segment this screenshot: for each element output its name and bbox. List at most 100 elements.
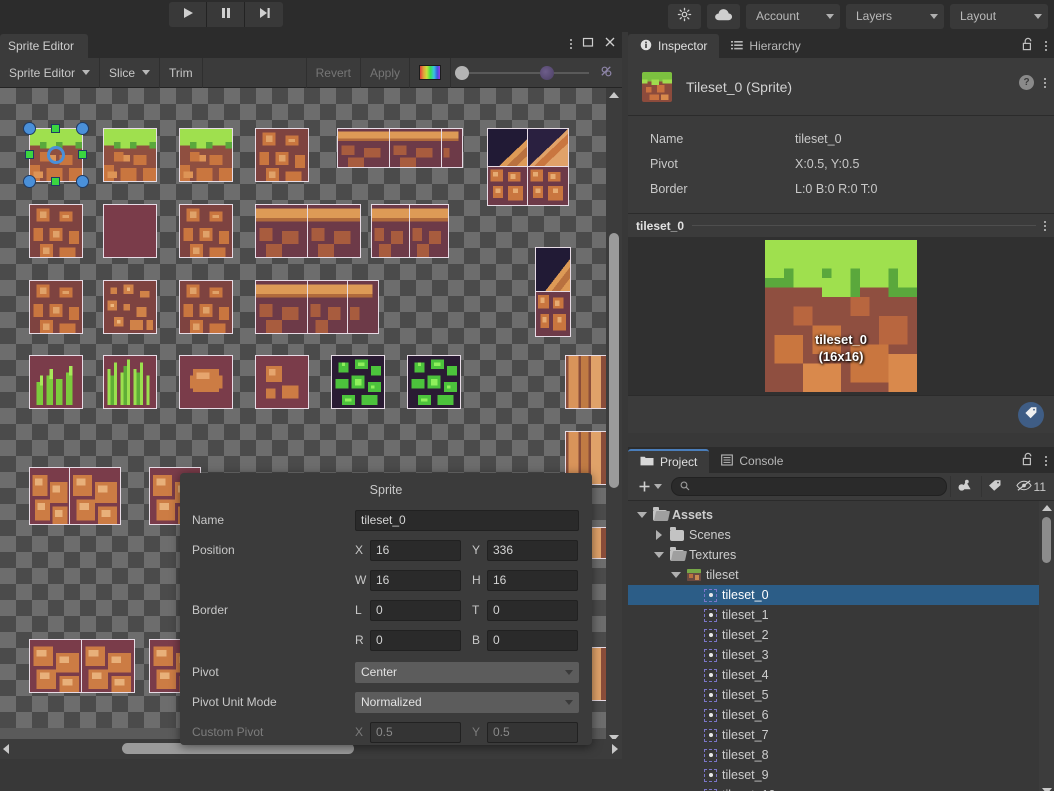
lock-open-icon[interactable] (1022, 452, 1034, 469)
slice-dropdown[interactable]: Slice (100, 57, 161, 88)
sprite-tile[interactable] (29, 467, 71, 525)
tree-item-tileset_7[interactable]: tileset_7 (628, 725, 1054, 745)
position-x-input[interactable]: 16 (370, 539, 461, 561)
tab-project[interactable]: Project (628, 449, 710, 473)
lock-open-icon[interactable] (1022, 37, 1034, 54)
search-settings-button[interactable] (668, 3, 701, 29)
play-button[interactable] (169, 2, 207, 27)
sprite-tile[interactable] (565, 355, 607, 409)
tree-item-tileset_10[interactable]: tileset_10 (628, 785, 1054, 791)
layers-dropdown[interactable]: Layers (846, 3, 944, 29)
project-asset-tree[interactable]: Assets Scenes Textures tileset tileset_0 tile… (628, 501, 1054, 791)
tree-item-tileset_0[interactable]: tileset_0 (628, 585, 1054, 605)
tree-item-scenes[interactable]: Scenes (628, 525, 1054, 545)
sprite-tile[interactable] (307, 204, 361, 258)
search-input[interactable] (695, 480, 938, 493)
sprite-tile[interactable] (255, 355, 309, 409)
canvas-vertical-scrollbar[interactable] (606, 88, 622, 744)
sprite-tile[interactable] (29, 355, 83, 409)
sprite-tile[interactable] (179, 204, 233, 258)
hidden-packages-indicator[interactable]: 11 (1012, 479, 1050, 495)
project-search-box[interactable] (671, 477, 947, 496)
sprite-tile[interactable] (255, 280, 309, 334)
sprite-tile[interactable] (103, 280, 157, 334)
sprite-tile[interactable] (29, 204, 83, 258)
scroll-right-button[interactable] (612, 744, 618, 754)
kebab-menu-icon[interactable] (1044, 220, 1046, 231)
sprite-tile[interactable] (371, 204, 411, 258)
scroll-left-button[interactable] (3, 744, 9, 754)
chevron-down-icon[interactable] (653, 552, 665, 558)
kebab-menu-icon[interactable] (570, 38, 572, 49)
sprite-tile[interactable] (347, 280, 379, 334)
kebab-menu-icon[interactable] (1044, 77, 1046, 88)
revert-button[interactable]: Revert (307, 57, 361, 88)
sprite-tile[interactable] (103, 128, 157, 182)
alpha-toggle-icon[interactable] (599, 64, 614, 82)
zoom-slider[interactable] (451, 64, 622, 82)
chevron-down-icon[interactable] (670, 572, 682, 578)
tag-button[interactable] (1018, 401, 1044, 428)
sprite-tile[interactable] (29, 280, 83, 334)
sprite-tile[interactable] (255, 204, 309, 258)
border-r-input[interactable]: 0 (370, 629, 461, 651)
pivot-select[interactable]: Center (355, 661, 579, 683)
sprite-tile[interactable] (407, 355, 461, 409)
border-l-input[interactable]: 0 (370, 599, 461, 621)
sprite-editor-mode-dropdown[interactable]: Sprite Editor (0, 57, 101, 88)
tree-item-assets[interactable]: Assets (628, 505, 1054, 525)
close-icon[interactable] (604, 36, 616, 51)
zoom-slider-track[interactable] (455, 65, 589, 80)
cloud-button[interactable] (707, 3, 740, 29)
kebab-menu-icon[interactable] (1045, 455, 1047, 466)
position-y-input[interactable]: 336 (487, 539, 578, 561)
sprite-tile[interactable] (103, 355, 157, 409)
sprite-tile[interactable] (29, 639, 83, 693)
tree-item-tileset[interactable]: tileset (628, 565, 1054, 585)
sprite-tile[interactable] (331, 355, 385, 409)
project-scroll-thumb[interactable] (1042, 517, 1051, 563)
sprite-tile[interactable] (179, 355, 233, 409)
tab-inspector[interactable]: Inspector (628, 34, 720, 58)
tree-item-tileset_4[interactable]: tileset_4 (628, 665, 1054, 685)
pause-button[interactable] (207, 2, 245, 27)
size-w-input[interactable]: 16 (370, 569, 461, 591)
sprite-tile[interactable] (487, 166, 529, 206)
sprite-tile[interactable] (337, 128, 391, 168)
project-tree-scrollbar[interactable] (1039, 501, 1054, 791)
tab-hierarchy[interactable]: Hierarchy (719, 34, 812, 58)
zoom-slider-handle[interactable] (455, 65, 469, 80)
step-button[interactable] (245, 2, 283, 27)
tree-item-tileset_5[interactable]: tileset_5 (628, 685, 1054, 705)
pivot-unit-select[interactable]: Normalized (355, 691, 579, 713)
sprite-tile[interactable] (527, 166, 569, 206)
sprite-tile[interactable] (81, 639, 135, 693)
scroll-down-button[interactable] (1039, 784, 1054, 791)
sprite-tile[interactable] (69, 467, 121, 525)
tree-item-tileset_6[interactable]: tileset_6 (628, 705, 1054, 725)
tree-item-tileset_8[interactable]: tileset_8 (628, 745, 1054, 765)
maximize-icon[interactable] (582, 36, 594, 51)
kebab-menu-icon[interactable] (1045, 40, 1047, 51)
sprite-tile-selected[interactable] (29, 128, 83, 182)
tree-item-tileset_1[interactable]: tileset_1 (628, 605, 1054, 625)
chevron-right-icon[interactable] (653, 530, 665, 540)
tree-item-tileset_2[interactable]: tileset_2 (628, 625, 1054, 645)
sprite-tile[interactable] (535, 247, 571, 293)
sprite-tile[interactable] (535, 291, 571, 337)
tree-item-tileset_3[interactable]: tileset_3 (628, 645, 1054, 665)
apply-button[interactable]: Apply (361, 57, 410, 88)
label-button[interactable] (980, 476, 1009, 497)
border-b-input[interactable]: 0 (487, 629, 578, 651)
sprite-tile[interactable] (527, 128, 569, 168)
size-h-input[interactable]: 16 (487, 569, 578, 591)
border-t-input[interactable]: 0 (487, 599, 578, 621)
vertical-scroll-thumb[interactable] (609, 233, 619, 488)
tab-console[interactable]: Console (709, 449, 795, 473)
sprite-tile[interactable] (389, 128, 443, 168)
tree-item-tileset_9[interactable]: tileset_9 (628, 765, 1054, 785)
sprite-tile[interactable] (255, 128, 309, 182)
add-asset-button[interactable] (632, 477, 668, 497)
scroll-up-button[interactable] (606, 88, 622, 101)
account-dropdown[interactable]: Account (746, 3, 840, 29)
